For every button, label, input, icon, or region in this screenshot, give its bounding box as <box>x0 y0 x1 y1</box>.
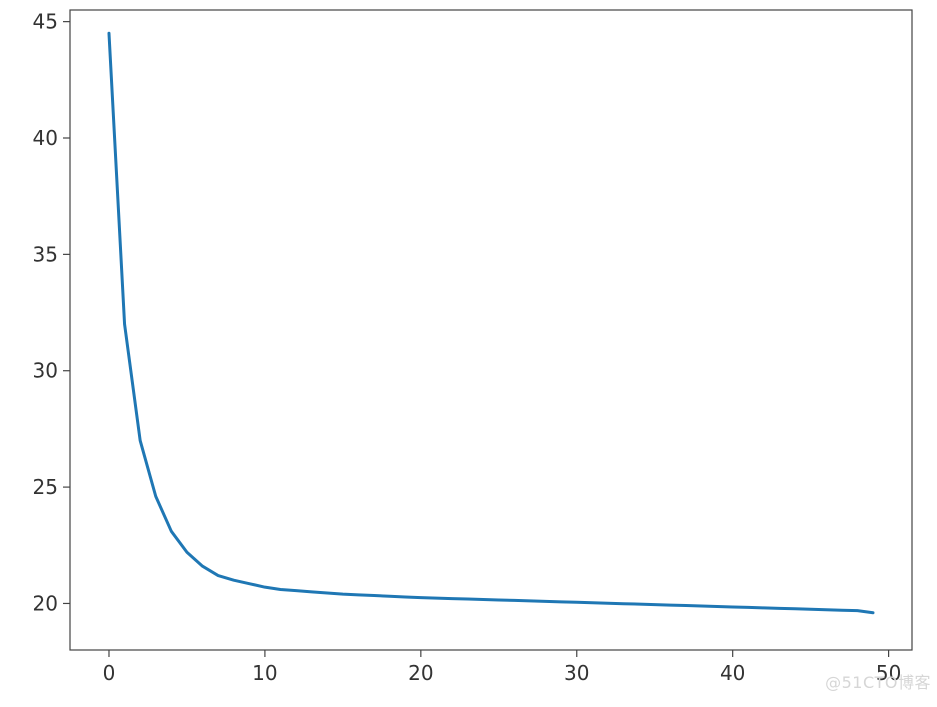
data-line <box>109 33 873 612</box>
line-chart: 0 10 20 30 40 50 20 25 30 35 40 45 <box>0 0 937 707</box>
x-axis-ticks: 0 10 20 30 40 50 <box>103 650 902 685</box>
x-tick-label: 50 <box>876 661 901 685</box>
plot-area <box>70 10 912 650</box>
y-tick-label: 20 <box>33 591 58 615</box>
x-tick-label: 30 <box>564 661 589 685</box>
y-tick-label: 40 <box>33 126 58 150</box>
y-tick-label: 25 <box>33 475 58 499</box>
x-tick-label: 40 <box>720 661 745 685</box>
y-axis-ticks: 20 25 30 35 40 45 <box>33 10 70 616</box>
x-tick-label: 0 <box>103 661 116 685</box>
y-tick-label: 35 <box>33 242 58 266</box>
y-tick-label: 45 <box>33 10 58 34</box>
x-tick-label: 20 <box>408 661 433 685</box>
x-tick-label: 10 <box>252 661 277 685</box>
y-tick-label: 30 <box>33 359 58 383</box>
